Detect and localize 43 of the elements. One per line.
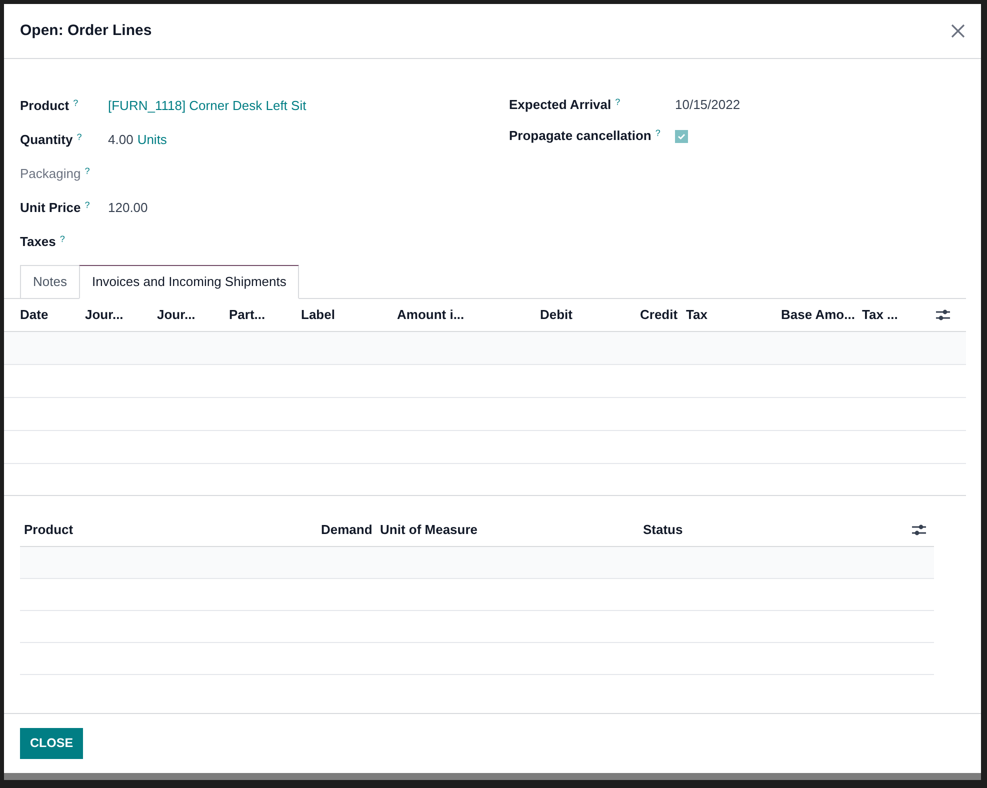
checkbox[interactable] bbox=[675, 130, 688, 142]
check-icon bbox=[677, 132, 686, 140]
help-mark[interactable]: ? bbox=[73, 98, 78, 108]
field-label: Quantity bbox=[20, 131, 73, 150]
field-value: 120.00 bbox=[108, 199, 148, 218]
close-icon[interactable] bbox=[951, 24, 965, 38]
column-header[interactable]: Tax ... bbox=[862, 307, 898, 322]
column-header[interactable]: Amount i... bbox=[397, 307, 464, 322]
help-mark[interactable]: ? bbox=[84, 200, 90, 210]
close-button[interactable]: CLOSE bbox=[20, 728, 84, 759]
help-mark[interactable]: ? bbox=[60, 234, 65, 244]
unit-link[interactable]: Units bbox=[137, 130, 167, 150]
column-header[interactable]: Date bbox=[20, 307, 48, 322]
column-header[interactable]: Credit bbox=[640, 307, 678, 322]
help-mark[interactable]: ? bbox=[84, 166, 90, 176]
field-label: Expected Arrival bbox=[509, 96, 612, 114]
help-mark[interactable]: ? bbox=[76, 132, 82, 142]
help-mark[interactable]: ? bbox=[615, 97, 620, 108]
column-header[interactable]: Debit bbox=[540, 307, 572, 322]
help-mark[interactable]: ? bbox=[655, 128, 660, 138]
column-header[interactable]: Product bbox=[24, 522, 74, 538]
field-label: Propagate cancellation bbox=[509, 127, 652, 146]
field-label: Taxes bbox=[20, 233, 56, 252]
column-header[interactable]: Jour... bbox=[85, 307, 124, 322]
column-header[interactable]: Jour... bbox=[157, 307, 196, 322]
quantity-value: 4.00 bbox=[108, 131, 134, 150]
tab[interactable]: Notes bbox=[20, 265, 79, 299]
field-label: Unit Price bbox=[20, 199, 81, 218]
column-header[interactable]: Tax bbox=[686, 307, 708, 322]
product-link[interactable]: [FURN_1118] Corner Desk Left Sit bbox=[108, 96, 306, 116]
dialog-title: Open: Order Lines bbox=[20, 20, 152, 41]
settings-icon[interactable] bbox=[936, 309, 950, 321]
column-header[interactable]: Part... bbox=[229, 307, 266, 322]
field-value: 10/15/2022 bbox=[675, 96, 740, 114]
field-label: Product bbox=[20, 97, 70, 116]
tab[interactable]: Invoices and Incoming Shipments bbox=[78, 265, 300, 299]
field-label: Packaging bbox=[20, 165, 81, 184]
column-header[interactable]: Demand bbox=[321, 522, 372, 538]
column-header[interactable]: Unit of Measure bbox=[380, 522, 478, 538]
column-header[interactable]: Status bbox=[643, 522, 683, 538]
column-header[interactable]: Base Amo... bbox=[781, 307, 855, 322]
settings-icon[interactable] bbox=[912, 524, 926, 536]
column-header[interactable]: Label bbox=[301, 307, 335, 322]
